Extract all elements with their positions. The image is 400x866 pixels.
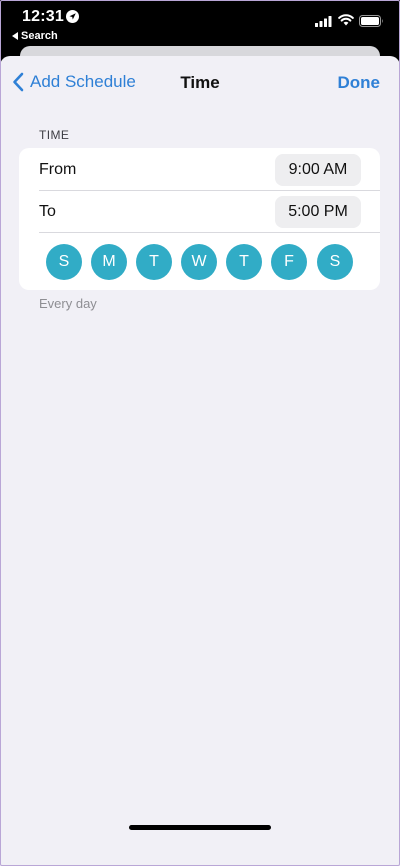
day-tuesday-toggle[interactable]: T [136, 244, 172, 280]
home-indicator[interactable] [129, 825, 271, 830]
day-wednesday-toggle[interactable]: W [181, 244, 217, 280]
done-button[interactable]: Done [338, 73, 381, 93]
day-saturday-toggle[interactable]: S [317, 244, 353, 280]
cellular-signal-icon [315, 16, 332, 27]
to-time-picker[interactable]: 5:00 PM [275, 196, 361, 228]
battery-icon [359, 15, 383, 27]
back-triangle-icon [12, 32, 18, 40]
to-label: To [39, 203, 56, 220]
day-monday-toggle[interactable]: M [91, 244, 127, 280]
from-label: From [39, 161, 77, 178]
repeat-summary: Every day [39, 296, 97, 311]
back-to-search-label: Search [21, 30, 58, 42]
from-time-picker[interactable]: 9:00 AM [275, 154, 361, 186]
status-time: 12:31 [22, 8, 64, 25]
status-bar: 12:31 Search [0, 0, 400, 46]
location-arrow-icon [66, 10, 79, 23]
section-header: TIME [39, 128, 70, 142]
day-friday-toggle[interactable]: F [271, 244, 307, 280]
time-settings-group: From 9:00 AM To 5:00 PM S M T W T F S [19, 148, 380, 290]
navigation-bar: Add Schedule Time Done [0, 56, 400, 110]
day-sunday-toggle[interactable]: S [46, 244, 82, 280]
back-to-search-link[interactable]: Search [12, 30, 58, 42]
time-sheet: Add Schedule Time Done TIME From 9:00 AM… [0, 56, 400, 866]
from-row: From 9:00 AM [19, 148, 380, 190]
to-row: To 5:00 PM [19, 190, 380, 232]
day-thursday-toggle[interactable]: T [226, 244, 262, 280]
row-divider [39, 232, 380, 233]
day-selector: S M T W T F S [46, 244, 356, 280]
wifi-icon [338, 14, 354, 26]
